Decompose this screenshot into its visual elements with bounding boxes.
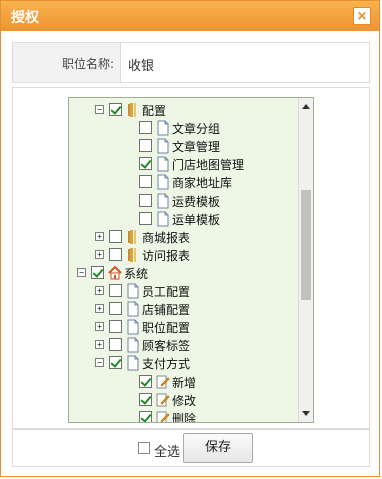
edit-icon <box>156 374 170 390</box>
tree-node-checkbox[interactable] <box>109 320 122 334</box>
expand-plus-icon[interactable]: + <box>95 322 104 332</box>
tree-node-label: 商城报表 <box>142 230 191 245</box>
permission-tree-area: − 配置 文章分组文章管理门店地图管理 商家地址库运费模板运单模板 + 商城报表 + 访问报表… <box>12 87 370 429</box>
page-icon <box>126 337 140 353</box>
tree-node[interactable]: + 店铺配置 <box>69 300 299 318</box>
tree-node-checkbox[interactable] <box>109 302 122 316</box>
tree-node[interactable]: − 支付方式 <box>69 354 299 372</box>
tree-node-checkbox[interactable] <box>139 175 152 189</box>
tree-node[interactable]: + 商城报表 <box>69 228 299 246</box>
permission-tree: − 配置 文章分组文章管理门店地图管理 商家地址库运费模板运单模板 + 商城报表 + 访问报表… <box>68 97 314 423</box>
dialog-footer: 全选 保存 <box>12 429 370 467</box>
tree-node-checkbox[interactable] <box>91 265 104 279</box>
tree-node-label: 删除 <box>172 411 197 423</box>
page-icon <box>156 174 170 190</box>
position-name-label: 职位名称: <box>61 57 114 71</box>
expand-plus-icon[interactable]: + <box>95 286 104 295</box>
tree-node-checkbox[interactable] <box>109 229 122 243</box>
select-all-checkbox[interactable] <box>138 442 150 454</box>
page-icon <box>156 193 170 209</box>
collapse-minus-icon[interactable]: − <box>95 358 104 368</box>
tree-node[interactable]: 新增 <box>69 373 299 391</box>
tree-scrollbar[interactable] <box>298 98 313 422</box>
tree-node[interactable]: 删除 <box>69 409 299 423</box>
expand-plus-icon[interactable]: + <box>95 249 104 259</box>
edit-icon <box>156 392 170 408</box>
tree-node-checkbox[interactable] <box>109 356 122 370</box>
tree-node[interactable]: 运单模板 <box>69 210 299 228</box>
scroll-up-arrow-icon[interactable] <box>302 104 310 109</box>
home-icon <box>108 265 122 281</box>
tree-node[interactable]: 文章管理 <box>69 137 299 155</box>
scroll-thumb[interactable] <box>301 190 311 300</box>
tree-node-label: 门店地图管理 <box>172 158 245 173</box>
tree-node-label: 职位配置 <box>142 321 191 336</box>
page-icon <box>156 211 170 227</box>
page-icon <box>156 120 170 136</box>
tree-node-label: 店铺配置 <box>142 303 191 318</box>
tree-node-checkbox[interactable] <box>139 121 152 135</box>
select-all-label: 全选 <box>154 445 181 460</box>
page-icon <box>156 156 170 172</box>
page-icon <box>126 355 140 371</box>
position-name-label-cell: 职位名称: <box>13 43 121 82</box>
tree-node-checkbox[interactable] <box>139 139 152 153</box>
tree-node-label: 文章管理 <box>172 140 221 155</box>
tree-node-label: 修改 <box>172 393 197 408</box>
page-icon <box>156 138 170 154</box>
tree-node[interactable]: − 配置 <box>69 101 299 119</box>
tree-node-checkbox[interactable] <box>139 392 152 406</box>
tree-node-checkbox[interactable] <box>109 338 122 352</box>
tree-node-label: 顾客标签 <box>142 339 191 354</box>
close-button[interactable]: × <box>353 7 371 25</box>
scroll-down-arrow-icon[interactable] <box>302 411 310 416</box>
expand-plus-icon[interactable]: + <box>95 304 104 314</box>
authorization-dialog: 授权 × 职位名称: 收银 − 配置 文章分组文章管理门店地图管理 商家地址库运费模板… <box>0 0 380 477</box>
tree-node[interactable]: 运费模板 <box>69 192 299 210</box>
tree-node-label: 支付方式 <box>142 357 191 372</box>
tree-node[interactable]: + 职位配置 <box>69 318 299 336</box>
tree-node[interactable]: 门店地图管理 <box>69 155 299 173</box>
position-name-row: 职位名称: 收银 <box>12 42 370 83</box>
expand-plus-icon[interactable]: + <box>95 340 104 350</box>
tree-node-checkbox[interactable] <box>109 247 122 261</box>
folder-icon <box>126 102 140 118</box>
tree-node-label: 新增 <box>172 375 197 390</box>
tree-node-label: 访问报表 <box>142 248 191 263</box>
tree-node[interactable]: + 员工配置 <box>69 282 299 300</box>
tree-node-checkbox[interactable] <box>109 103 122 116</box>
dialog-titlebar: 授权 × <box>1 1 379 31</box>
tree-node-label: 系统 <box>124 266 149 281</box>
tree-node-checkbox[interactable] <box>139 157 152 171</box>
tree-node-checkbox[interactable] <box>109 284 122 297</box>
collapse-minus-icon[interactable]: − <box>77 267 86 277</box>
expand-plus-icon[interactable]: + <box>95 231 104 241</box>
save-button[interactable]: 保存 <box>183 433 253 463</box>
page-icon <box>126 319 140 335</box>
tree-node[interactable]: + 顾客标签 <box>69 336 299 354</box>
tree-node-label: 文章分组 <box>172 122 221 137</box>
folder-icon <box>126 247 140 263</box>
tree-node-label: 商家地址库 <box>172 176 233 191</box>
dialog-title: 授权 <box>11 10 39 26</box>
tree-node-checkbox[interactable] <box>139 193 152 207</box>
tree-node[interactable]: 商家地址库 <box>69 173 299 191</box>
tree-node[interactable]: − 系统 <box>69 264 299 282</box>
edit-icon <box>156 410 170 422</box>
tree-node-checkbox[interactable] <box>139 374 152 388</box>
tree-node-checkbox[interactable] <box>139 211 152 225</box>
folder-icon <box>126 229 140 245</box>
tree-node[interactable]: 文章分组 <box>69 119 299 137</box>
tree-node-label: 员工配置 <box>142 285 191 299</box>
page-icon <box>126 301 140 317</box>
tree-node-label: 运单模板 <box>172 212 221 227</box>
tree-node-checkbox[interactable] <box>139 410 152 422</box>
tree-node[interactable]: + 访问报表 <box>69 246 299 264</box>
position-name-value: 收银 <box>128 59 155 74</box>
tree-node-label: 运费模板 <box>172 194 221 209</box>
tree-node-label: 配置 <box>142 104 167 118</box>
tree-node[interactable]: 修改 <box>69 391 299 409</box>
page-icon <box>126 283 140 299</box>
collapse-minus-icon[interactable]: − <box>95 105 104 114</box>
